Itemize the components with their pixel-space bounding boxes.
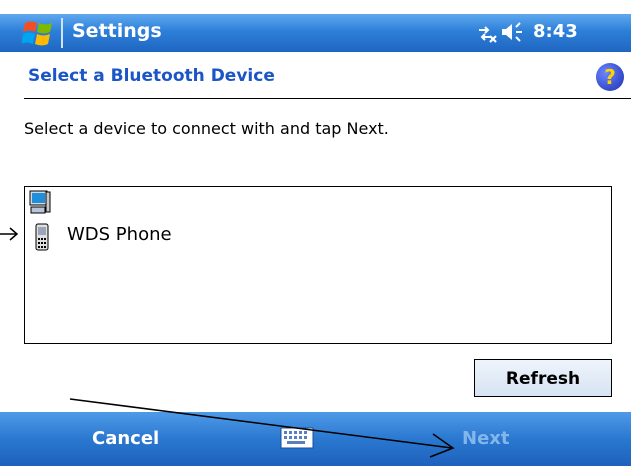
phone-icon[interactable] — [35, 223, 49, 251]
refresh-button[interactable]: Refresh — [474, 359, 612, 397]
page-title: Select a Bluetooth Device — [28, 66, 275, 86]
help-icon[interactable]: ? — [596, 63, 624, 91]
arrowhead-left — [9, 227, 19, 241]
softkey-bar: Cancel Next — [0, 412, 631, 466]
instruction-text: Select a device to connect with and tap … — [24, 119, 389, 138]
clock-time[interactable]: 8:43 — [533, 21, 578, 42]
speaker-icon[interactable] — [500, 19, 528, 45]
app-title: Settings — [72, 20, 162, 42]
computer-icon[interactable] — [29, 190, 51, 216]
title-separator — [61, 18, 63, 48]
next-softkey[interactable]: Next — [462, 428, 510, 449]
title-bar: Settings 8:43 — [0, 14, 631, 52]
header-divider — [24, 98, 631, 99]
windows-flag-icon[interactable] — [22, 17, 56, 49]
list-item-label[interactable]: WDS Phone — [67, 224, 172, 245]
keyboard-icon[interactable] — [280, 425, 314, 451]
device-list[interactable]: WDS Phone — [24, 186, 612, 344]
cancel-softkey[interactable]: Cancel — [92, 428, 159, 449]
connectivity-icon[interactable] — [476, 22, 498, 44]
